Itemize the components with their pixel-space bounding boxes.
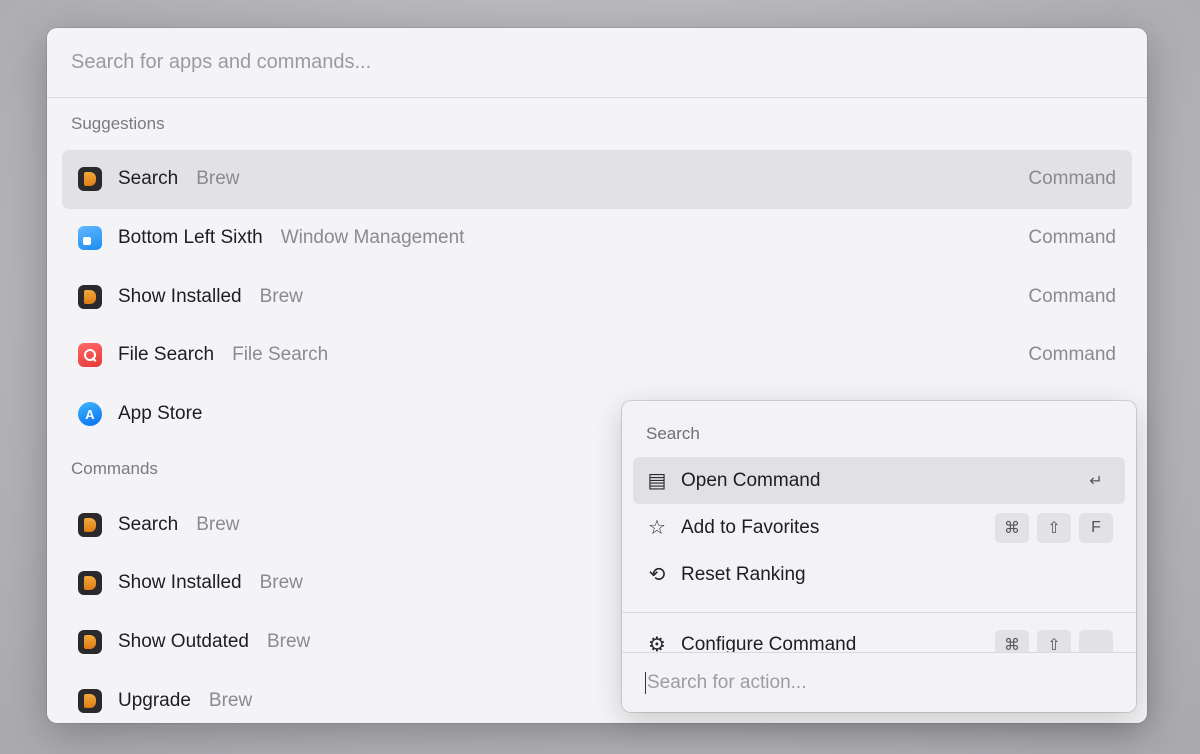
item-accessory: Command xyxy=(1028,285,1116,307)
reset-icon: ⟲ xyxy=(648,564,666,586)
action-panel: Search ▤ Open Command ↵ ☆ Add to Favorit… xyxy=(622,401,1136,712)
item-title: Search xyxy=(118,513,179,535)
item-title: Upgrade xyxy=(118,689,191,711)
f-key: F xyxy=(1079,512,1113,543)
item-title: Show Installed xyxy=(118,572,242,594)
item-subtitle: Window Management xyxy=(280,227,465,249)
suggestions-section-title: Suggestions xyxy=(71,114,165,133)
action-search-bar xyxy=(622,652,1136,712)
suggestion-item[interactable]: File Search File Search Command xyxy=(62,326,1132,385)
action-list: ▤ Open Command ↵ ☆ Add to Favorites ⌘ ⇧ … xyxy=(622,457,1136,598)
item-title: Search xyxy=(118,168,179,190)
item-subtitle: File Search xyxy=(232,344,329,366)
brew-icon xyxy=(78,284,102,309)
action-label: Reset Ranking xyxy=(681,563,806,585)
suggestion-item[interactable]: Bottom Left Sixth Window Management Comm… xyxy=(62,209,1132,268)
search-input[interactable] xyxy=(71,51,1123,74)
brew-icon xyxy=(78,512,102,537)
command-key: ⌘ xyxy=(995,512,1029,543)
list-icon: ▤ xyxy=(647,470,667,492)
reset-ranking-action[interactable]: ⟲ Reset Ranking xyxy=(633,551,1125,598)
shortcut: ↵ xyxy=(1079,465,1113,496)
item-title: Show Outdated xyxy=(118,631,249,653)
item-title: Bottom Left Sixth xyxy=(118,227,263,249)
item-subtitle: Brew xyxy=(196,513,240,535)
item-subtitle: Brew xyxy=(259,572,303,594)
action-search-input[interactable] xyxy=(645,671,1113,694)
brew-icon xyxy=(78,630,102,655)
item-subtitle: Brew xyxy=(208,689,253,711)
file-search-icon xyxy=(78,343,102,368)
item-accessory: Command xyxy=(1028,227,1116,249)
item-subtitle: Brew xyxy=(259,285,303,307)
item-subtitle: Brew xyxy=(196,168,240,190)
item-title: File Search xyxy=(118,344,215,366)
divider xyxy=(622,612,1136,613)
brew-icon xyxy=(78,167,102,192)
search-bar xyxy=(47,28,1147,98)
app-store-icon: A xyxy=(78,402,102,427)
item-subtitle: Brew xyxy=(266,631,311,653)
item-title: App Store xyxy=(118,403,203,425)
open-command-action[interactable]: ▤ Open Command ↵ xyxy=(633,457,1125,504)
action-panel-title: Search xyxy=(646,424,700,443)
return-key: ↵ xyxy=(1079,465,1113,496)
item-accessory: Command xyxy=(1028,344,1116,366)
action-label: Add to Favorites xyxy=(681,516,820,538)
item-accessory: Command xyxy=(1028,168,1116,190)
shortcut: ⌘ ⇧ F xyxy=(995,512,1113,543)
star-icon: ☆ xyxy=(648,517,666,539)
add-to-favorites-action[interactable]: ☆ Add to Favorites ⌘ ⇧ F xyxy=(633,504,1125,551)
item-title: Show Installed xyxy=(118,285,242,307)
action-label: Open Command xyxy=(681,469,821,491)
suggestions-list: Search Brew Command Bottom Left Sixth Wi… xyxy=(47,150,1147,443)
shift-key: ⇧ xyxy=(1037,512,1071,543)
suggestion-item[interactable]: Show Installed Brew Command xyxy=(62,267,1132,326)
suggestion-item[interactable]: Search Brew Command xyxy=(62,150,1132,209)
window-management-icon xyxy=(78,226,102,251)
brew-icon xyxy=(78,571,102,596)
brew-icon xyxy=(78,688,102,713)
